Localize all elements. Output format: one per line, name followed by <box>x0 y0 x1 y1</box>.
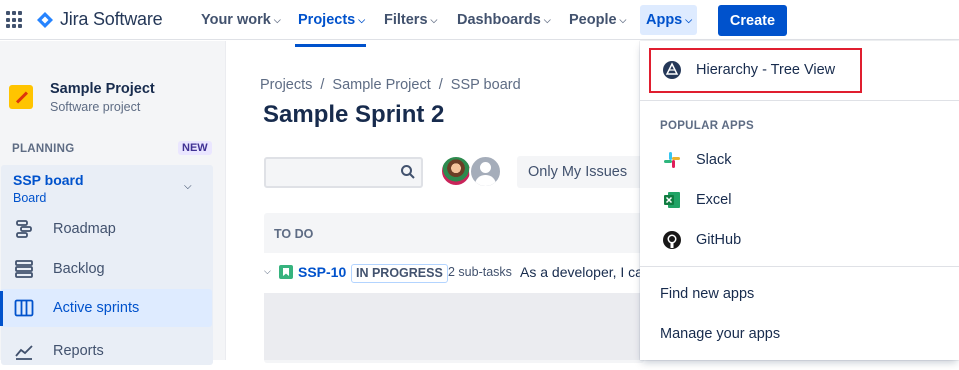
chevron-down-icon[interactable]: ⌵ <box>184 181 192 192</box>
issue-key[interactable]: SSP-10 <box>298 264 346 280</box>
planning-heading: PLANNING <box>12 143 75 155</box>
nav-apps-label: Apps <box>646 12 683 28</box>
github-icon <box>663 231 681 249</box>
breadcrumb-separator: / <box>438 77 443 93</box>
nav-your-work-label: Your work <box>201 12 271 28</box>
project-name[interactable]: Sample Project <box>50 81 155 97</box>
project-type: Software project <box>50 100 141 114</box>
sidebar-item-label: Active sprints <box>53 300 140 316</box>
chevron-down-icon: ⌵ <box>685 14 693 25</box>
nav-projects[interactable]: Projects ⌵ <box>298 12 365 28</box>
sidebar-item-label: Roadmap <box>53 221 116 237</box>
active-nav-indicator <box>295 44 366 47</box>
breadcrumb-projects[interactable]: Projects <box>260 77 312 93</box>
popular-apps-heading: POPULAR APPS <box>660 120 754 132</box>
board-switcher[interactable]: SSP board <box>13 172 84 188</box>
sidebar-item-label: Reports <box>53 343 104 359</box>
nav-filters[interactable]: Filters ⌵ <box>384 12 437 28</box>
create-button[interactable]: Create <box>718 5 787 36</box>
nav-people-label: People <box>569 12 617 28</box>
breadcrumb-board[interactable]: SSP board <box>451 77 521 93</box>
nav-your-work[interactable]: Your work ⌵ <box>201 12 281 28</box>
menu-item-find-new-apps[interactable]: Find new apps <box>640 274 959 314</box>
menu-item-label: Manage your apps <box>660 326 781 342</box>
menu-item-slack[interactable]: Slack <box>640 140 959 180</box>
column-header-todo: TO DO <box>274 227 314 241</box>
only-my-issues-button[interactable]: Only My Issues <box>517 156 644 188</box>
jira-diamond-icon <box>37 11 53 28</box>
chevron-down-icon: ⌵ <box>543 14 551 25</box>
sidebar-item-reports[interactable]: Reports <box>0 332 212 370</box>
avatar-unassigned[interactable] <box>469 155 502 188</box>
issue-card-area <box>264 293 640 360</box>
sidebar-item-backlog[interactable]: Backlog <box>0 250 212 288</box>
menu-item-label: Excel <box>696 192 732 208</box>
backlog-icon <box>15 260 33 278</box>
sidebar-item-active-sprints[interactable]: Active sprints <box>0 289 212 327</box>
highlight-annotation <box>649 48 862 93</box>
slack-icon <box>664 152 680 168</box>
page-title: Sample Sprint 2 <box>263 101 445 128</box>
subtask-count: 2 sub-tasks <box>448 265 512 279</box>
issue-summary: As a developer, I ca <box>520 264 640 280</box>
menu-item-manage-apps[interactable]: Manage your apps <box>640 314 959 354</box>
menu-item-github[interactable]: GitHub <box>640 220 959 260</box>
menu-item-excel[interactable]: Excel <box>640 180 959 220</box>
search-icon <box>401 165 415 179</box>
board-type-label: Board <box>13 191 47 205</box>
breadcrumb: Projects / Sample Project / SSP board <box>260 77 521 93</box>
chevron-down-icon: ⌵ <box>430 14 438 25</box>
active-sprints-icon <box>14 299 34 317</box>
excel-icon <box>664 192 680 208</box>
nav-dashboards-label: Dashboards <box>457 12 541 28</box>
menu-item-label: GitHub <box>696 232 742 248</box>
app-switcher-icon[interactable] <box>6 11 22 29</box>
search-input[interactable] <box>266 159 396 186</box>
nav-filters-label: Filters <box>384 12 428 28</box>
sidebar-item-label: Backlog <box>53 261 105 277</box>
menu-item-label: Find new apps <box>660 286 755 302</box>
story-icon <box>279 265 293 279</box>
nav-people[interactable]: People ⌵ <box>569 12 626 28</box>
divider <box>640 100 959 101</box>
chevron-down-icon: ⌵ <box>273 14 281 25</box>
nav-dashboards[interactable]: Dashboards ⌵ <box>457 12 551 28</box>
chevron-down-icon: ⌵ <box>358 14 366 25</box>
reports-icon <box>15 345 33 360</box>
divider <box>640 266 959 267</box>
new-badge: NEW <box>178 141 212 155</box>
project-avatar[interactable] <box>9 85 33 109</box>
avatar[interactable] <box>440 155 472 187</box>
breadcrumb-project[interactable]: Sample Project <box>332 77 430 93</box>
menu-item-label: Slack <box>696 152 732 168</box>
nav-apps[interactable]: Apps ⌵ <box>646 12 692 28</box>
status-badge: IN PROGRESS <box>351 264 448 283</box>
nav-projects-label: Projects <box>298 12 356 28</box>
roadmap-icon <box>16 220 32 238</box>
brand-name: Jira Software <box>60 9 163 29</box>
chevron-down-icon[interactable]: ⌵ <box>264 266 271 277</box>
breadcrumb-separator: / <box>320 77 325 93</box>
active-item-indicator <box>0 291 3 326</box>
jira-logo[interactable]: Jira Software <box>36 9 163 30</box>
sidebar-item-roadmap[interactable]: Roadmap <box>0 210 212 248</box>
chevron-down-icon: ⌵ <box>619 14 627 25</box>
